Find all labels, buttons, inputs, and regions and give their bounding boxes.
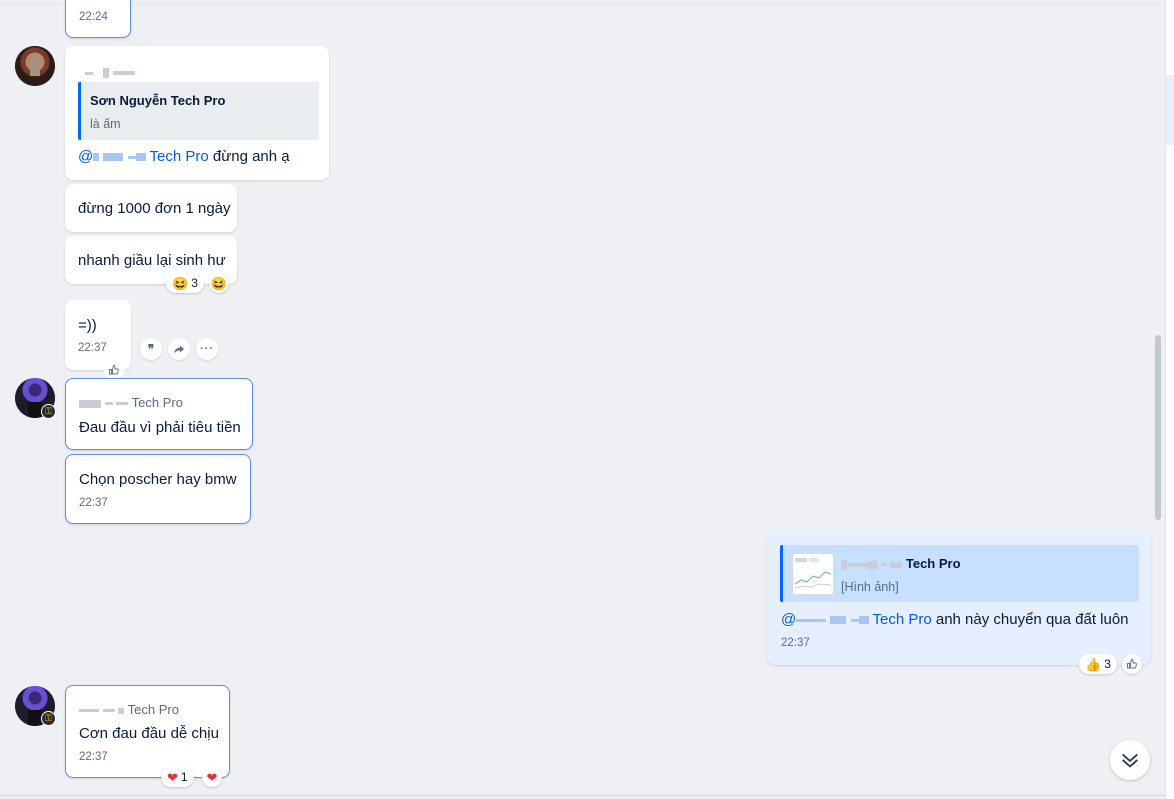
forward-icon: [174, 345, 184, 354]
divider: [0, 3, 1160, 4]
reaction-count: 3: [1104, 657, 1111, 671]
message-text: Cơn đau đầu dễ chịu: [79, 725, 219, 742]
reaction-count: 1: [180, 770, 188, 784]
message-bubble[interactable]: Sơn Nguyễn Tech Pro là ấm @ Tech Pro đừn…: [65, 46, 329, 180]
message-time: 22:24: [79, 11, 108, 23]
thumbs-up-emoji-icon: 👍: [1085, 656, 1102, 672]
message-bubble[interactable]: Tech Pro Cơn đau đầu dễ chịu 22:37: [65, 685, 230, 778]
add-reaction-button[interactable]: ❤: [202, 767, 222, 787]
like-button[interactable]: [1122, 654, 1142, 674]
scrollbar-thumb[interactable]: [1155, 335, 1161, 520]
avatar[interactable]: [15, 46, 55, 86]
quote-button[interactable]: ❞: [140, 338, 162, 360]
like-button[interactable]: [104, 360, 124, 380]
message-bubble[interactable]: Chọn poscher hay bmw 22:37: [65, 454, 251, 524]
more-button[interactable]: ···: [196, 338, 218, 360]
message-text: @ Tech Pro anh này chuyển qua đất luôn: [781, 611, 1129, 628]
quoted-sender-name: Tech Pro: [841, 556, 961, 571]
reaction-summary[interactable]: 😆 3: [166, 273, 204, 293]
key-icon: ⚿: [41, 404, 56, 419]
sender-name: Tech Pro: [79, 395, 183, 410]
scroll-to-bottom-button[interactable]: [1110, 740, 1150, 780]
mention-link[interactable]: @ Tech Pro: [781, 611, 932, 628]
sender-name: [85, 64, 136, 81]
reaction-summary[interactable]: 👍 3: [1079, 654, 1117, 674]
message-text: Chọn poscher hay bmw: [79, 471, 237, 488]
thumbs-up-outline-icon: [1127, 659, 1137, 669]
forward-button[interactable]: [168, 338, 190, 360]
reaction-summary[interactable]: ❤ 1: [161, 767, 194, 787]
heart-emoji-icon: ❤: [167, 769, 178, 785]
message-bubble[interactable]: 22:24: [65, 0, 131, 38]
quoted-message[interactable]: Tech Pro [Hình ảnh]: [780, 545, 1139, 602]
message-bubble[interactable]: =)) 22:37: [65, 300, 131, 370]
message-body: đừng anh ạ: [208, 148, 290, 165]
quoted-text: [Hình ảnh]: [841, 580, 899, 594]
side-panel-edge: [1165, 0, 1174, 799]
message-bubble[interactable]: đừng 1000 đơn 1 ngày: [65, 184, 237, 232]
message-time: 22:37: [79, 751, 108, 763]
message-text: =)): [78, 317, 97, 334]
quoted-sender-name: Sơn Nguyễn Tech Pro: [90, 93, 226, 108]
message-text: đừng 1000 đơn 1 ngày: [78, 200, 231, 217]
chat-conversation: 22:24 Sơn Nguyễn Tech Pro là ấm @ Tech P…: [0, 0, 1160, 799]
add-reaction-button[interactable]: 😆: [209, 273, 229, 293]
message-text: @ Tech Pro đừng anh ạ: [78, 148, 290, 165]
message-text: nhanh giầu lại sinh hư: [78, 252, 226, 269]
message-time: 22:37: [781, 637, 810, 649]
reaction-count: 3: [191, 276, 198, 290]
key-icon: ⚿: [41, 711, 56, 726]
message-text: Đau đầu vì phải tiêu tiền: [79, 419, 241, 436]
my-message-bubble[interactable]: Tech Pro [Hình ảnh] @ Tech Pro anh này c…: [767, 531, 1151, 665]
quote-icon: ❞: [147, 342, 155, 356]
laugh-emoji-icon: 😆: [210, 275, 228, 291]
message-body: anh này chuyển qua đất luôn: [931, 611, 1129, 628]
laugh-emoji-icon: 😆: [172, 275, 189, 291]
thumbs-up-outline-icon: [109, 365, 119, 375]
sender-name: Tech Pro: [79, 702, 179, 717]
quoted-message[interactable]: Sơn Nguyễn Tech Pro là ấm: [78, 82, 319, 140]
message-time: 22:37: [78, 342, 107, 354]
quoted-image-thumbnail: [792, 553, 834, 595]
message-time: 22:37: [79, 497, 108, 509]
message-bubble[interactable]: Tech Pro Đau đầu vì phải tiêu tiền: [65, 378, 253, 450]
double-chevron-down-icon: [1122, 753, 1138, 768]
chart-thumbnail-icon: [794, 558, 832, 589]
quoted-text: là ấm: [90, 117, 121, 131]
heart-emoji-icon: ❤: [206, 769, 218, 785]
mention-link[interactable]: @ Tech Pro: [78, 148, 209, 165]
divider: [0, 795, 1165, 796]
more-icon: ···: [200, 343, 214, 355]
